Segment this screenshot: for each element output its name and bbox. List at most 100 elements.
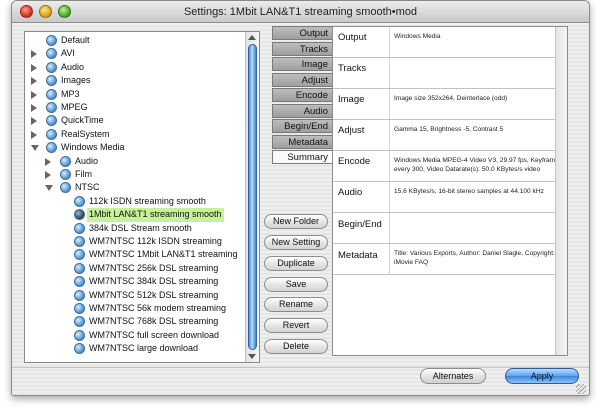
settings-tree-rows: Default AVI Audio Images MP3 MPEG QuickTime Rea… xyxy=(25,32,245,362)
globe-icon xyxy=(46,75,57,87)
apply-button[interactable]: Apply xyxy=(505,368,579,384)
tree-item[interactable]: AVI xyxy=(25,47,245,60)
globe-icon xyxy=(74,195,85,207)
disclosure-closed-icon[interactable] xyxy=(31,130,37,139)
tree-item[interactable]: WM7NTSC 1Mbit LAN&T1 streaming xyxy=(25,248,245,261)
globe-icon xyxy=(46,142,57,154)
globe-icon xyxy=(74,262,85,274)
summary-key: Image xyxy=(338,94,365,105)
summary-row: Audio 15.6 KBytes/s, 16-bit stereo sample… xyxy=(333,182,567,213)
disclosure-closed-icon[interactable] xyxy=(31,77,37,86)
tree-item-label: QuickTime xyxy=(61,115,104,126)
summary-row: Output Windows Media xyxy=(333,27,567,58)
tab-audio[interactable]: Audio xyxy=(272,103,333,118)
tree-item-label: WM7NTSC 256k DSL streaming xyxy=(89,262,219,273)
tree-item[interactable]: WM7NTSC large download xyxy=(25,342,245,355)
settings-tree[interactable]: Default AVI Audio Images MP3 MPEG QuickTime Rea… xyxy=(24,31,260,363)
rename-button[interactable]: Rename xyxy=(264,297,328,312)
summary-row: Begin/End xyxy=(333,213,567,244)
tree-item[interactable]: WM7NTSC 512k DSL streaming xyxy=(25,289,245,302)
tree-item-label: WM7NTSC 56k modem streaming xyxy=(89,303,227,313)
tree-item-label: 112k ISDN streaming smooth xyxy=(89,195,206,206)
tree-item[interactable]: WM7NTSC 768k DSL streaming xyxy=(25,315,245,328)
summary-value: Windows Media MPEG-4 Video V3, 29.97 fps… xyxy=(394,157,559,173)
summary-value: Gamma 15, Brightness -5, Contrast 5 xyxy=(394,126,504,133)
disclosure-closed-icon[interactable] xyxy=(45,171,51,179)
tree-item[interactable]: Images xyxy=(25,74,245,87)
revert-button[interactable]: Revert xyxy=(264,318,328,333)
tree-item[interactable]: MPEG xyxy=(25,101,245,114)
tree-item[interactable]: Audio xyxy=(25,155,245,168)
scroll-up-icon[interactable] xyxy=(248,35,256,40)
tab-begin-end[interactable]: Begin/End xyxy=(272,119,333,133)
alternates-button[interactable]: Alternates xyxy=(420,368,486,384)
tree-item[interactable]: WM7NTSC 256k DSL streaming xyxy=(25,262,245,275)
globe-icon xyxy=(46,35,57,46)
tree-item[interactable]: 384k DSL Stream smooth xyxy=(25,222,245,235)
tree-item-label: AVI xyxy=(61,48,75,59)
title-bar[interactable]: Settings: 1Mbit LAN&T1 streaming smooth•… xyxy=(12,1,589,23)
disclosure-closed-icon[interactable] xyxy=(31,104,37,112)
save-button[interactable]: Save xyxy=(264,277,328,292)
tab-encode[interactable]: Encode xyxy=(272,88,333,102)
summary-value: Image size 352x264, Deinterlace (odd) xyxy=(394,95,508,102)
globe-icon xyxy=(74,209,85,221)
tab-tracks[interactable]: Tracks xyxy=(272,41,333,56)
tree-item-label: MPEG xyxy=(61,102,88,112)
tab-output[interactable]: Output xyxy=(272,26,333,40)
tree-item[interactable]: WM7NTSC 384k DSL streaming xyxy=(25,275,245,288)
tree-item-label: Default xyxy=(61,35,90,45)
window-content: Default AVI Audio Images MP3 MPEG QuickTime Rea… xyxy=(12,23,589,395)
tree-scroll-thumb[interactable] xyxy=(248,44,257,350)
tab-adjust[interactable]: Adjust xyxy=(272,72,333,87)
tree-item[interactable]: Film xyxy=(25,168,245,181)
summary-column-divider xyxy=(389,182,390,212)
tab-summary[interactable]: Summary xyxy=(272,150,333,164)
tab-image[interactable]: Image xyxy=(272,57,333,71)
tree-item-label: WM7NTSC 512k DSL streaming xyxy=(89,289,219,300)
tree-item[interactable]: QuickTime xyxy=(25,114,245,127)
disclosure-open-icon[interactable] xyxy=(31,145,39,152)
disclosure-closed-icon[interactable] xyxy=(31,117,37,126)
summary-column-divider xyxy=(389,27,390,57)
tree-item[interactable]: Default xyxy=(25,34,245,47)
tree-item[interactable]: WM7NTSC 56k modem streaming xyxy=(25,302,245,315)
duplicate-button[interactable]: Duplicate xyxy=(264,256,328,271)
window-title: Settings: 1Mbit LAN&T1 streaming smooth•… xyxy=(183,6,418,18)
tree-item[interactable]: RealSystem xyxy=(25,128,245,141)
tree-item-label: Images xyxy=(61,75,91,86)
settings-window: Settings: 1Mbit LAN&T1 streaming smooth•… xyxy=(11,0,590,396)
tree-item[interactable]: 1Mbit LAN&T1 streaming smooth xyxy=(25,208,245,222)
summary-value: Windows Media xyxy=(394,33,441,40)
scroll-down-icon[interactable] xyxy=(248,354,256,359)
new-setting-button[interactable]: New Setting xyxy=(264,235,328,250)
summary-table: Output Windows Media Tracks Image Image size… xyxy=(332,26,568,356)
disclosure-closed-icon[interactable] xyxy=(45,157,51,166)
disclosure-open-icon[interactable] xyxy=(45,185,53,192)
summary-scrollbar[interactable] xyxy=(555,27,567,355)
resize-grip-icon[interactable] xyxy=(576,384,586,394)
summary-row: Tracks xyxy=(333,58,567,89)
tree-item-label: Audio xyxy=(75,155,99,166)
summary-column-divider xyxy=(389,58,390,88)
tree-item[interactable]: WM7NTSC 112k ISDN streaming xyxy=(25,235,245,248)
tab-metadata[interactable]: Metadata xyxy=(272,134,333,149)
tree-item[interactable]: NTSC xyxy=(25,181,245,194)
summary-value: 15.6 KBytes/s, 16-bit stereo samples at … xyxy=(394,188,544,195)
tree-item[interactable]: Windows Media xyxy=(25,141,245,154)
tree-scrollbar[interactable] xyxy=(245,32,259,362)
tree-item[interactable]: WM7NTSC full screen download xyxy=(25,329,245,342)
summary-column-divider xyxy=(389,89,390,119)
delete-button[interactable]: Delete xyxy=(264,339,328,354)
globe-icon xyxy=(46,102,57,113)
new-folder-button[interactable]: New Folder xyxy=(264,214,328,229)
globe-icon xyxy=(60,169,71,180)
summary-row: Adjust Gamma 15, Brightness -5, Contrast … xyxy=(333,120,567,151)
tree-item[interactable]: 112k ISDN streaming smooth xyxy=(25,195,245,208)
tree-item[interactable]: Audio xyxy=(25,61,245,74)
tree-item[interactable]: MP3 xyxy=(25,88,245,101)
disclosure-closed-icon[interactable] xyxy=(31,63,37,72)
disclosure-closed-icon[interactable] xyxy=(31,50,37,59)
summary-column-divider xyxy=(389,213,390,243)
disclosure-closed-icon[interactable] xyxy=(31,90,37,99)
